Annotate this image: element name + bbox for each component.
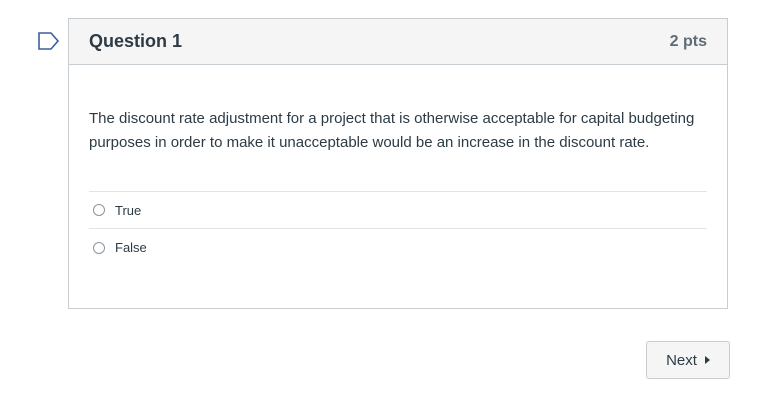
next-button-label: Next [666,351,697,369]
answer-list: True False [89,191,707,266]
answer-option-false[interactable]: False [89,229,707,266]
quiz-page: Question 1 2 pts The discount rate adjus… [0,0,764,401]
question-title: Question 1 [89,31,183,51]
radio-button[interactable] [93,241,105,254]
answer-option-true[interactable]: True [89,192,707,229]
flag-question-icon[interactable] [38,32,60,50]
question-body: The discount rate adjustment for a proje… [69,65,727,266]
next-button[interactable]: Next [646,341,730,379]
caret-right-icon [704,356,710,364]
question-card: Question 1 2 pts The discount rate adjus… [68,18,728,309]
answer-label: False [115,240,147,255]
answer-label: True [115,202,142,218]
radio-button[interactable] [93,204,105,216]
question-text: The discount rate adjustment for a proje… [89,110,695,151]
question-header: Question 1 2 pts [69,19,727,65]
question-points: 2 pts [669,32,707,50]
